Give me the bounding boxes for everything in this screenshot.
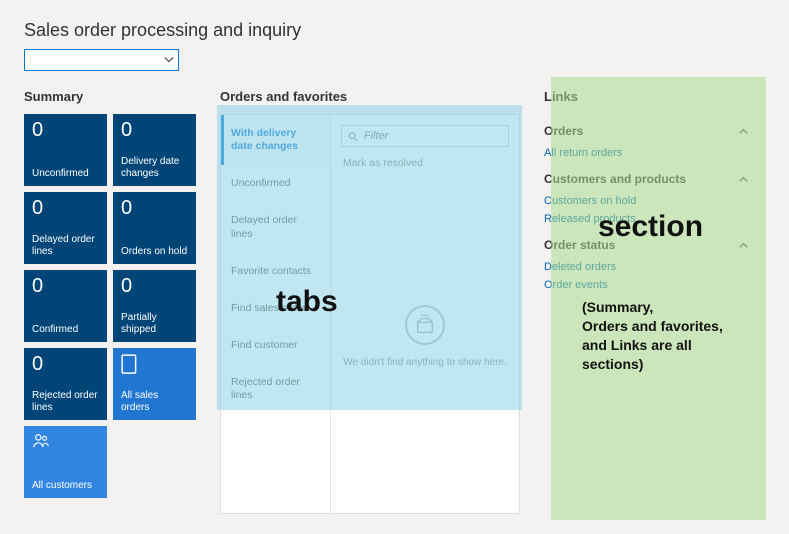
- tile-label: All customers: [32, 480, 99, 492]
- tile-label: Orders on hold: [121, 246, 188, 258]
- chevron-up-icon: [738, 126, 749, 137]
- tile-all-sales-orders[interactable]: All sales orders: [113, 348, 196, 420]
- people-icon: [32, 432, 50, 454]
- links-header: Links: [544, 89, 749, 104]
- tile-count: 0: [32, 354, 99, 374]
- tile-unconfirmed[interactable]: 0 Unconfirmed: [24, 114, 107, 186]
- page-title: Sales order processing and inquiry: [24, 20, 765, 41]
- link-group-order-status[interactable]: Order status: [544, 228, 749, 258]
- tile-rejected-order-lines[interactable]: 0 Rejected order lines: [24, 348, 107, 420]
- link-released-products[interactable]: Released products: [544, 210, 749, 228]
- empty-text: We didn't find anything to show here.: [343, 357, 507, 368]
- scope-dropdown[interactable]: [24, 49, 179, 71]
- tab-find-customer[interactable]: Find customer: [221, 327, 330, 364]
- link-customers-on-hold[interactable]: Customers on hold: [544, 192, 749, 210]
- chevron-down-icon: [164, 55, 174, 65]
- tile-count: 0: [32, 198, 99, 218]
- tab-find-sales-order[interactable]: Find sales order: [221, 290, 330, 327]
- mark-as-resolved-link[interactable]: Mark as resolved: [343, 157, 507, 169]
- orders-favorites-section: Orders and favorites With delivery date …: [220, 89, 520, 514]
- tile-delivery-date-changes[interactable]: 0 Delivery date changes: [113, 114, 196, 186]
- link-deleted-orders[interactable]: Deleted orders: [544, 258, 749, 276]
- tab-rejected-order-lines[interactable]: Rejected order lines: [221, 364, 330, 414]
- tile-count: 0: [121, 198, 188, 218]
- empty-icon: [405, 305, 445, 345]
- link-all-return-orders[interactable]: All return orders: [544, 144, 749, 162]
- chevron-up-icon: [738, 174, 749, 185]
- document-icon: [121, 354, 139, 376]
- tile-all-customers[interactable]: All customers: [24, 426, 107, 498]
- tab-with-delivery-date-changes[interactable]: With delivery date changes: [221, 115, 330, 165]
- tab-favorite-contacts[interactable]: Favorite contacts: [221, 253, 330, 290]
- empty-state: We didn't find anything to show here.: [341, 169, 509, 503]
- orders-favorites-header: Orders and favorites: [220, 89, 520, 104]
- summary-header: Summary: [24, 89, 196, 104]
- link-group-title: Customers and products: [544, 172, 686, 186]
- vertical-tabs: With delivery date changes Unconfirmed D…: [221, 115, 331, 513]
- tab-unconfirmed[interactable]: Unconfirmed: [221, 165, 330, 202]
- tile-partially-shipped[interactable]: 0 Partially shipped: [113, 270, 196, 342]
- tile-label: Rejected order lines: [32, 390, 99, 414]
- tile-label: Unconfirmed: [32, 168, 99, 180]
- link-order-events[interactable]: Order events: [544, 276, 749, 294]
- tile-count: 0: [121, 276, 188, 296]
- search-icon: [348, 131, 358, 142]
- summary-section: Summary 0 Unconfirmed 0 Delivery date ch…: [24, 89, 196, 504]
- filter-field[interactable]: [341, 125, 509, 147]
- tile-count: 0: [32, 276, 99, 296]
- tile-orders-on-hold[interactable]: 0 Orders on hold: [113, 192, 196, 264]
- tile-label: Confirmed: [32, 324, 99, 336]
- tile-label: Partially shipped: [121, 312, 188, 336]
- tile-label: Delayed order lines: [32, 234, 99, 258]
- links-section: Links Orders All return orders Customers…: [544, 89, 749, 294]
- link-group-customers-products[interactable]: Customers and products: [544, 162, 749, 192]
- link-group-title: Orders: [544, 124, 583, 138]
- filter-input[interactable]: [364, 130, 502, 142]
- tile-delayed-order-lines[interactable]: 0 Delayed order lines: [24, 192, 107, 264]
- tile-count: 0: [32, 120, 99, 140]
- tile-label: All sales orders: [121, 390, 188, 414]
- link-group-title: Order status: [544, 238, 615, 252]
- tab-delayed-order-lines[interactable]: Delayed order lines: [221, 202, 330, 252]
- tile-label: Delivery date changes: [121, 156, 188, 180]
- tile-confirmed[interactable]: 0 Confirmed: [24, 270, 107, 342]
- link-group-orders[interactable]: Orders: [544, 114, 749, 144]
- chevron-up-icon: [738, 240, 749, 251]
- tile-count: 0: [121, 120, 188, 140]
